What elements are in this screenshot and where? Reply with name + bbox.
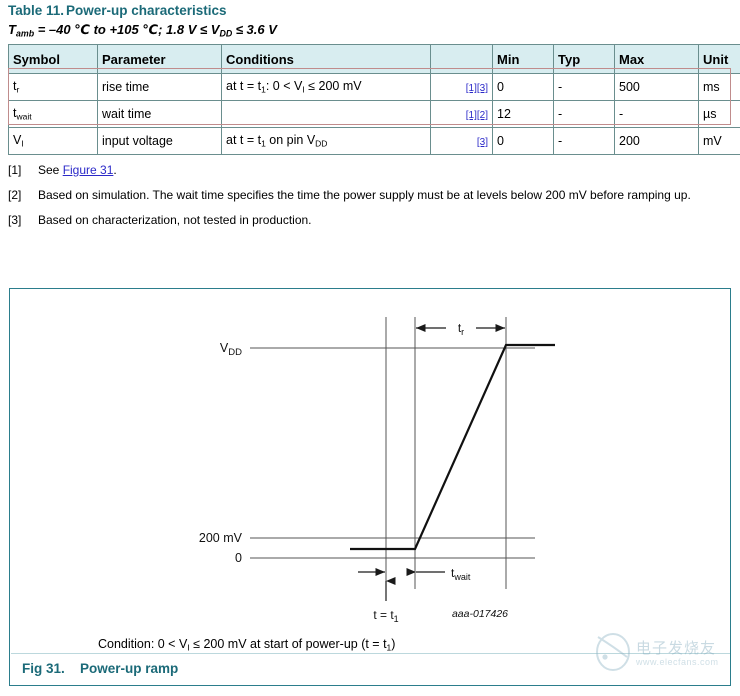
watermark-url: www.elecfans.com xyxy=(636,657,719,667)
table-conditions-line: Tamb = –40 ℃ to +105 ℃; 1.8 V ≤ VDD ≤ 3.… xyxy=(8,22,277,39)
cell-symbol: twait xyxy=(8,100,98,128)
cell-parameter: input voltage xyxy=(97,127,222,155)
table-row: tr rise time at t = t1: 0 < VI ≤ 200 mV … xyxy=(8,73,740,101)
cell-conditions xyxy=(221,100,431,128)
cell-max: 500 xyxy=(614,73,699,101)
cell-parameter: rise time xyxy=(97,73,222,101)
table-header-row: Symbol Parameter Conditions Min Typ Max … xyxy=(8,44,740,74)
column-header-max: Max xyxy=(614,44,699,74)
column-header-min: Min xyxy=(492,44,554,74)
footnote-text: Based on simulation. The wait time speci… xyxy=(38,188,691,202)
zero-axis-label: 0 xyxy=(235,551,242,565)
footnote-link-1[interactable]: [1] xyxy=(466,83,477,94)
table-number: Table 11. xyxy=(8,3,65,18)
cell-min: 12 xyxy=(492,100,554,128)
figure-caption: Fig 31. Power-up ramp xyxy=(22,661,178,676)
power-up-characteristics-table: Symbol Parameter Conditions Min Typ Max … xyxy=(8,44,740,155)
symbol-subscript: I xyxy=(21,138,24,149)
table-row: twait wait time [1][2] 12 - - µs xyxy=(8,100,740,128)
figure-caption-text: Power-up ramp xyxy=(80,661,179,676)
cell-parameter: wait time xyxy=(97,100,222,128)
table-title-text: Power-up characteristics xyxy=(66,3,227,18)
footnote-text: See Figure 31. xyxy=(38,162,724,178)
cell-unit: mV xyxy=(698,127,740,155)
cell-unit: ms xyxy=(698,73,740,101)
footnote-link-3[interactable]: [3] xyxy=(477,83,488,94)
cell-notes: [1][3] xyxy=(430,73,493,101)
figure-caption-divider xyxy=(11,653,730,654)
symbol-subscript: r xyxy=(16,84,20,95)
figure-31-container: tr twait t = t1 VDD 200 mV 0 aaa-017426 … xyxy=(9,288,731,686)
cell-min: 0 xyxy=(492,127,554,155)
table-row: VI input voltage at t = t1 on pin VDD [3… xyxy=(8,127,740,155)
column-header-unit: Unit xyxy=(698,44,740,74)
footnote-text-before: See xyxy=(38,163,63,177)
column-header-symbol: Symbol xyxy=(8,44,98,74)
footnote-marker: [2] xyxy=(8,188,22,202)
200mv-axis-label: 200 mV xyxy=(199,531,243,545)
cell-notes: [1][2] xyxy=(430,100,493,128)
cell-symbol: tr xyxy=(8,73,98,101)
power-up-waveform xyxy=(350,343,555,551)
figure-31-link[interactable]: Figure 31 xyxy=(63,163,114,177)
cell-min: 0 xyxy=(492,73,554,101)
cell-typ: - xyxy=(553,100,615,128)
footnotes-list: [1] See Figure 31. [2] Based on simulati… xyxy=(8,162,724,237)
footnote-item: [3] Based on characterization, not teste… xyxy=(8,212,724,228)
cell-unit: µs xyxy=(698,100,740,128)
power-up-ramp-diagram: tr twait t = t1 VDD 200 mV 0 aaa-017426 xyxy=(199,317,555,624)
footnote-item: [1] See Figure 31. xyxy=(8,162,724,178)
column-header-conditions: Conditions xyxy=(221,44,431,74)
cell-typ: - xyxy=(553,73,615,101)
footnote-text: Based on characterization, not tested in… xyxy=(38,213,312,227)
figure-number: Fig 31. xyxy=(22,661,65,676)
vdd-axis-label: VDD xyxy=(220,341,242,358)
column-header-typ: Typ xyxy=(553,44,615,74)
footnote-link-3[interactable]: [3] xyxy=(477,137,488,148)
figure-condition-text: Condition: 0 < VI ≤ 200 mV at start of p… xyxy=(98,637,396,653)
footnote-marker: [1] xyxy=(8,163,22,177)
footnote-marker: [3] xyxy=(8,213,22,227)
cell-conditions: at t = t1 on pin VDD xyxy=(221,127,431,155)
footnote-link-1[interactable]: [1] xyxy=(466,110,477,121)
column-header-parameter: Parameter xyxy=(97,44,222,74)
cell-symbol: VI xyxy=(8,127,98,155)
symbol-subscript: wait xyxy=(16,111,32,122)
cell-notes: [3] xyxy=(430,127,493,155)
cell-conditions: at t = t1: 0 < VI ≤ 200 mV xyxy=(221,73,431,101)
column-header-notes xyxy=(430,44,493,74)
cell-max: 200 xyxy=(614,127,699,155)
footnote-link-2[interactable]: [2] xyxy=(477,110,488,121)
wait-time-label: twait xyxy=(451,566,471,582)
footnote-item: [2] Based on simulation. The wait time s… xyxy=(8,187,724,203)
footnote-text-after: . xyxy=(113,163,117,177)
cell-max: - xyxy=(614,100,699,128)
t-equals-t1-label: t = t1 xyxy=(373,608,398,624)
drawing-id-label: aaa-017426 xyxy=(452,608,508,620)
cell-typ: - xyxy=(553,127,615,155)
table-title: Table 11. Power-up characteristics xyxy=(8,3,708,18)
